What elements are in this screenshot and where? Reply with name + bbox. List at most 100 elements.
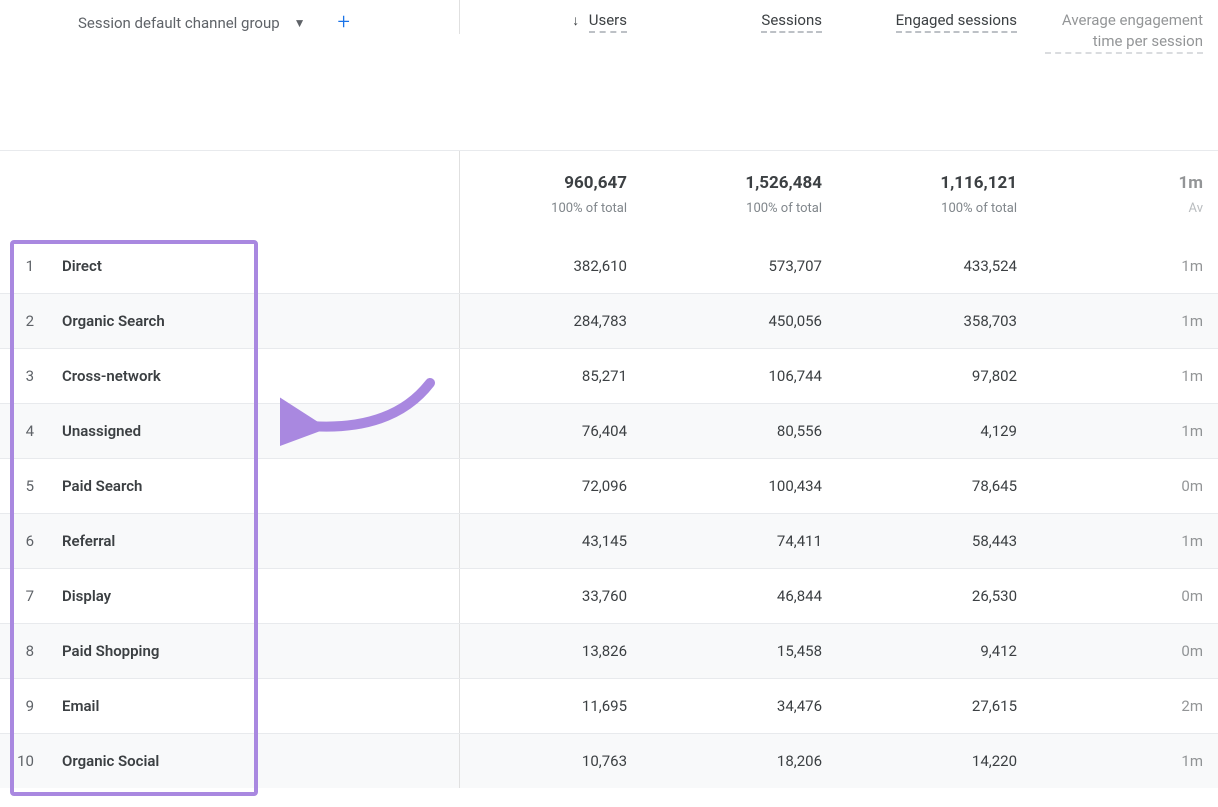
cell-engaged: 4,129 xyxy=(850,404,1045,458)
cell-users: 72,096 xyxy=(460,459,655,513)
row-number: 5 xyxy=(0,477,52,495)
channel-name[interactable]: Cross-network xyxy=(52,367,161,385)
dimension-cell: 3Cross-network xyxy=(0,349,460,403)
cell-users: 10,763 xyxy=(460,734,655,788)
cell-users: 284,783 xyxy=(460,294,655,348)
row-number: 2 xyxy=(0,312,52,330)
table-row[interactable]: 10Organic Social10,76318,20614,2201m xyxy=(0,733,1218,788)
cell-avg: 0m xyxy=(1045,569,1213,623)
totals-dimension-cell xyxy=(0,151,460,238)
cell-engaged: 433,524 xyxy=(850,238,1045,293)
channel-name[interactable]: Referral xyxy=(52,532,115,550)
cell-sessions: 15,458 xyxy=(655,624,850,678)
chevron-down-icon: ▼ xyxy=(294,16,306,30)
totals-engaged: 1,116,121 100% of total xyxy=(850,151,1045,238)
column-header-label: Average engagement time per session xyxy=(1045,10,1203,54)
cell-sessions: 80,556 xyxy=(655,404,850,458)
table-row[interactable]: 2Organic Search284,783450,056358,7031m xyxy=(0,293,1218,348)
channel-name[interactable]: Unassigned xyxy=(52,422,141,440)
row-number: 3 xyxy=(0,367,52,385)
cell-avg: 1m xyxy=(1045,734,1213,788)
cell-engaged: 78,645 xyxy=(850,459,1045,513)
data-rows: 1Direct382,610573,707433,5241m2Organic S… xyxy=(0,238,1218,788)
table-row[interactable]: 8Paid Shopping13,82615,4589,4120m xyxy=(0,623,1218,678)
dimension-cell: 2Organic Search xyxy=(0,294,460,348)
cell-users: 382,610 xyxy=(460,238,655,293)
column-header-label: Sessions xyxy=(761,10,822,33)
table-row[interactable]: 4Unassigned76,40480,5564,1291m xyxy=(0,403,1218,458)
column-header-label: Engaged sessions xyxy=(896,10,1017,33)
table-row[interactable]: 6Referral43,14574,41158,4431m xyxy=(0,513,1218,568)
table-row[interactable]: 9Email11,69534,47627,6152m xyxy=(0,678,1218,733)
dimension-header-cell: Session default channel group ▼ + xyxy=(0,0,460,34)
channel-name[interactable]: Paid Shopping xyxy=(52,642,159,660)
cell-engaged: 97,802 xyxy=(850,349,1045,403)
row-number: 9 xyxy=(0,697,52,715)
dimension-cell: 1Direct xyxy=(0,238,460,293)
cell-users: 13,826 xyxy=(460,624,655,678)
cell-sessions: 74,411 xyxy=(655,514,850,568)
cell-avg: 2m xyxy=(1045,679,1213,733)
totals-sessions: 1,526,484 100% of total xyxy=(655,151,850,238)
channel-name[interactable]: Display xyxy=(52,587,111,605)
column-header-users[interactable]: ↓ Users xyxy=(460,0,655,33)
cell-engaged: 9,412 xyxy=(850,624,1045,678)
cell-sessions: 46,844 xyxy=(655,569,850,623)
table-row[interactable]: 1Direct382,610573,707433,5241m xyxy=(0,238,1218,293)
dimension-cell: 10Organic Social xyxy=(0,734,460,788)
column-header-avg-engagement[interactable]: Average engagement time per session xyxy=(1045,0,1213,54)
cell-avg: 1m xyxy=(1045,294,1213,348)
cell-avg: 0m xyxy=(1045,459,1213,513)
cell-engaged: 14,220 xyxy=(850,734,1045,788)
channel-name[interactable]: Paid Search xyxy=(52,477,142,495)
cell-avg: 0m xyxy=(1045,624,1213,678)
channel-name[interactable]: Email xyxy=(52,697,99,715)
dimension-cell: 4Unassigned xyxy=(0,404,460,458)
cell-sessions: 450,056 xyxy=(655,294,850,348)
row-number: 4 xyxy=(0,422,52,440)
dimension-cell: 8Paid Shopping xyxy=(0,624,460,678)
cell-users: 43,145 xyxy=(460,514,655,568)
column-header-sessions[interactable]: Sessions xyxy=(655,0,850,33)
dimension-selector[interactable]: Session default channel group ▼ + xyxy=(78,12,350,34)
totals-avg: 1m Av xyxy=(1045,151,1213,238)
cell-avg: 1m xyxy=(1045,349,1213,403)
traffic-acquisition-table: Session default channel group ▼ + ↓ User… xyxy=(0,0,1218,788)
dimension-cell: 6Referral xyxy=(0,514,460,568)
row-number: 1 xyxy=(0,257,52,275)
channel-name[interactable]: Organic Search xyxy=(52,312,165,330)
cell-sessions: 34,476 xyxy=(655,679,850,733)
cell-sessions: 573,707 xyxy=(655,238,850,293)
cell-users: 33,760 xyxy=(460,569,655,623)
column-header-engaged-sessions[interactable]: Engaged sessions xyxy=(850,0,1045,33)
row-number: 6 xyxy=(0,532,52,550)
cell-sessions: 100,434 xyxy=(655,459,850,513)
channel-name[interactable]: Direct xyxy=(52,257,102,275)
cell-users: 85,271 xyxy=(460,349,655,403)
totals-users: 960,647 100% of total xyxy=(460,151,655,238)
cell-avg: 1m xyxy=(1045,404,1213,458)
table-row[interactable]: 3Cross-network85,271106,74497,8021m xyxy=(0,348,1218,403)
cell-engaged: 358,703 xyxy=(850,294,1045,348)
cell-engaged: 27,615 xyxy=(850,679,1045,733)
totals-row: 960,647 100% of total 1,526,484 100% of … xyxy=(0,150,1218,238)
table-row[interactable]: 5Paid Search72,096100,43478,6450m xyxy=(0,458,1218,513)
column-header-label: Users xyxy=(589,10,627,33)
dimension-label: Session default channel group xyxy=(78,14,280,32)
dimension-cell: 7Display xyxy=(0,569,460,623)
table-row[interactable]: 7Display33,76046,84426,5300m xyxy=(0,568,1218,623)
cell-users: 11,695 xyxy=(460,679,655,733)
cell-users: 76,404 xyxy=(460,404,655,458)
sort-descending-icon: ↓ xyxy=(572,13,579,29)
dimension-cell: 9Email xyxy=(0,679,460,733)
cell-avg: 1m xyxy=(1045,238,1213,293)
dimension-cell: 5Paid Search xyxy=(0,459,460,513)
row-number: 10 xyxy=(0,752,52,770)
add-dimension-button[interactable]: + xyxy=(338,12,350,34)
cell-engaged: 58,443 xyxy=(850,514,1045,568)
channel-name[interactable]: Organic Social xyxy=(52,752,159,770)
cell-engaged: 26,530 xyxy=(850,569,1045,623)
cell-avg: 1m xyxy=(1045,514,1213,568)
cell-sessions: 106,744 xyxy=(655,349,850,403)
row-number: 8 xyxy=(0,642,52,660)
